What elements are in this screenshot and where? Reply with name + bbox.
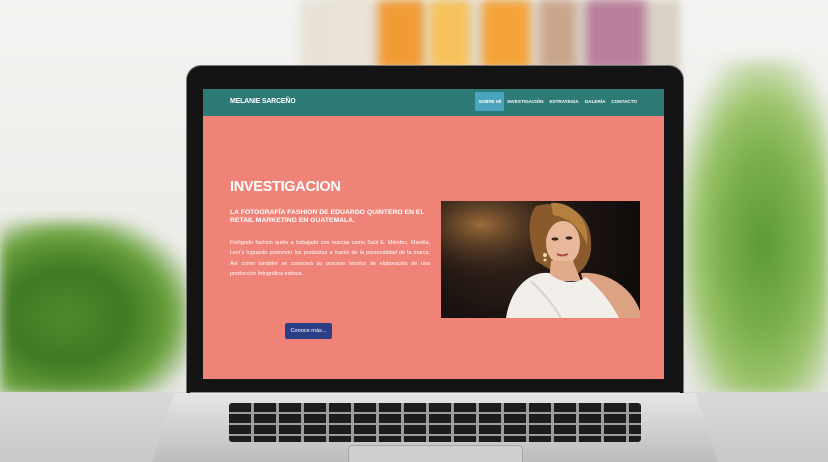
laptop-trackpad — [348, 445, 523, 462]
laptop-screen: MELANIE SARCEÑO SOBRE MÍ INVESTIGACIÓN E… — [203, 89, 664, 379]
conoce-mas-button[interactable]: Conoce más... — [285, 323, 332, 339]
hero-subtitle: LA FOTOGRAFÍA FASHION DE EDUARDO QUINTER… — [230, 209, 425, 224]
nav-item-sobre-mi[interactable]: SOBRE MÍ — [475, 92, 505, 111]
hero-body-text: Fotógrafo fashion quién a trabajado con … — [230, 240, 430, 277]
background-book — [378, 0, 424, 70]
nav-item-galeria[interactable]: GALERÍA — [582, 92, 609, 111]
nav-item-contacto[interactable]: CONTACTO — [608, 92, 640, 111]
laptop-keyboard — [229, 403, 641, 442]
background-book — [330, 0, 372, 70]
background-plant-right — [680, 60, 828, 395]
background-book — [586, 0, 646, 70]
nav-item-investigacion[interactable]: INVESTIGACIÓN — [504, 92, 546, 111]
hero-title: INVESTIGACION — [230, 179, 341, 195]
site-navbar: MELANIE SARCEÑO SOBRE MÍ INVESTIGACIÓN E… — [203, 89, 664, 116]
background-book — [482, 0, 530, 70]
fashion-model-image — [441, 201, 640, 318]
nav-item-estrategia[interactable]: ESTRATEGIA — [546, 92, 581, 111]
background-book — [540, 0, 576, 70]
site-brand[interactable]: MELANIE SARCEÑO — [230, 98, 296, 105]
nav-menu: SOBRE MÍ INVESTIGACIÓN ESTRATEGIA GALERÍ… — [475, 92, 640, 111]
hero-photo — [441, 201, 640, 318]
background-book — [430, 0, 470, 70]
background-plant-left — [0, 220, 190, 395]
